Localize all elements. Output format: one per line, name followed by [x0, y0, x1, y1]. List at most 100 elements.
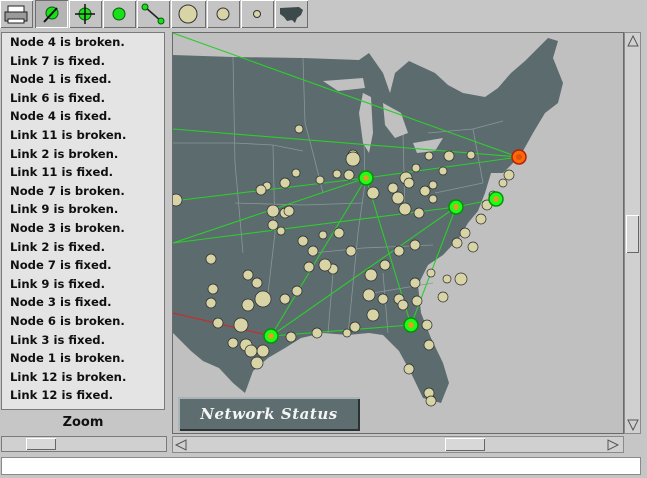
- toolbar: [0, 0, 647, 29]
- city-marker: [362, 288, 376, 302]
- city-marker: [343, 169, 355, 181]
- city-marker: [205, 297, 217, 309]
- log-line: Link 2 is broken.: [10, 146, 119, 161]
- zoom-slider[interactable]: [1, 436, 167, 452]
- city-marker: [467, 241, 479, 253]
- zoom-slider-thumb[interactable]: [26, 438, 56, 450]
- log-line: Link 2 is fixed.: [10, 239, 106, 254]
- log-line: Link 9 is broken.: [10, 202, 119, 217]
- log-line: Link 6 is fixed.: [10, 90, 106, 105]
- vertical-scroll-thumb[interactable]: [626, 215, 639, 253]
- city-marker: [459, 227, 471, 239]
- crosshair-tool-button[interactable]: [69, 0, 102, 28]
- log-line: Node 1 is fixed.: [10, 72, 112, 87]
- city-marker: [398, 202, 412, 216]
- map-horizontal-scrollbar[interactable]: [172, 436, 624, 453]
- city-marker: [443, 150, 455, 162]
- city-marker: [425, 395, 437, 407]
- city-marker: [345, 151, 361, 167]
- city-marker: [244, 344, 258, 358]
- log-line: Node 1 is broken.: [10, 351, 125, 366]
- city-marker: [318, 258, 332, 272]
- scroll-up-icon[interactable]: [627, 35, 639, 47]
- network-node-core: [493, 196, 499, 202]
- small-node-button[interactable]: [241, 0, 274, 28]
- city-marker: [397, 299, 409, 311]
- city-marker: [442, 274, 452, 284]
- city-marker: [279, 293, 291, 305]
- link-icon: [141, 3, 165, 25]
- large-node-button[interactable]: [171, 0, 206, 28]
- city-marker: [342, 328, 352, 338]
- log-line: Node 3 is broken.: [10, 220, 125, 235]
- city-marker: [276, 226, 286, 236]
- add-node-button[interactable]: [103, 0, 136, 28]
- city-marker: [212, 317, 224, 329]
- city-marker: [173, 193, 183, 207]
- city-marker: [454, 272, 468, 286]
- city-marker: [503, 169, 515, 181]
- city-marker: [428, 180, 438, 190]
- city-marker: [437, 291, 449, 303]
- city-marker: [205, 253, 217, 265]
- city-marker: [207, 283, 219, 295]
- log-line: Link 11 is fixed.: [10, 165, 114, 180]
- log-line: Node 4 is broken.: [10, 35, 125, 49]
- horizontal-scroll-thumb[interactable]: [445, 438, 485, 451]
- log-line: Node 3 is fixed.: [10, 295, 112, 310]
- city-marker: [250, 356, 264, 370]
- log-line: Link 12 is broken.: [10, 369, 127, 384]
- scroll-left-icon[interactable]: [175, 439, 187, 451]
- node-icon: [112, 7, 126, 21]
- network-node-core: [453, 204, 459, 210]
- network-node-core: [363, 175, 369, 181]
- scroll-right-icon[interactable]: [607, 439, 619, 451]
- city-marker: [255, 184, 267, 196]
- city-marker: [424, 151, 434, 161]
- city-marker: [364, 268, 378, 282]
- city-marker: [403, 177, 415, 189]
- us-map-button[interactable]: [275, 0, 308, 28]
- log-line: Link 3 is fixed.: [10, 332, 106, 347]
- log-line: Node 6 is broken.: [10, 313, 125, 328]
- map-vertical-scrollbar[interactable]: [624, 32, 641, 434]
- network-node-core: [516, 154, 522, 160]
- us-map-icon: [280, 7, 303, 23]
- medium-circle-icon: [216, 7, 230, 21]
- log-line: Node 7 is broken.: [10, 183, 125, 198]
- zoom-label: Zoom: [62, 415, 104, 430]
- city-marker: [409, 239, 421, 251]
- city-marker: [409, 277, 421, 289]
- city-marker: [318, 230, 328, 240]
- large-circle-icon: [178, 4, 198, 24]
- scroll-down-icon[interactable]: [627, 419, 639, 431]
- city-marker: [285, 331, 297, 343]
- city-marker: [438, 166, 448, 176]
- city-marker: [387, 182, 399, 194]
- city-marker: [254, 290, 272, 308]
- add-link-button[interactable]: [137, 0, 170, 28]
- city-marker: [307, 245, 319, 257]
- network-map[interactable]: Network Status: [172, 32, 624, 434]
- log-line: Node 7 is fixed.: [10, 258, 112, 273]
- city-marker: [411, 163, 421, 173]
- city-marker: [411, 295, 423, 307]
- city-marker: [297, 235, 309, 247]
- log-line: Link 7 is fixed.: [10, 53, 106, 68]
- city-marker: [241, 298, 255, 312]
- network-node-core: [408, 322, 414, 328]
- city-marker: [303, 261, 315, 273]
- city-marker: [366, 186, 380, 200]
- city-marker: [283, 205, 295, 217]
- city-marker: [311, 327, 323, 339]
- city-marker: [377, 293, 389, 305]
- network-status-button[interactable]: Network Status: [178, 397, 360, 431]
- city-marker: [291, 285, 303, 297]
- medium-node-button[interactable]: [207, 0, 240, 28]
- printer-button[interactable]: [0, 0, 33, 28]
- event-log[interactable]: Node 4 is broken. Link 7 is fixed. Node 1 …: [1, 32, 165, 410]
- city-marker: [379, 259, 391, 271]
- log-line: Node 4 is fixed.: [10, 109, 112, 124]
- probe-tool-button[interactable]: [35, 0, 68, 28]
- log-line: Link 11 is broken.: [10, 127, 127, 142]
